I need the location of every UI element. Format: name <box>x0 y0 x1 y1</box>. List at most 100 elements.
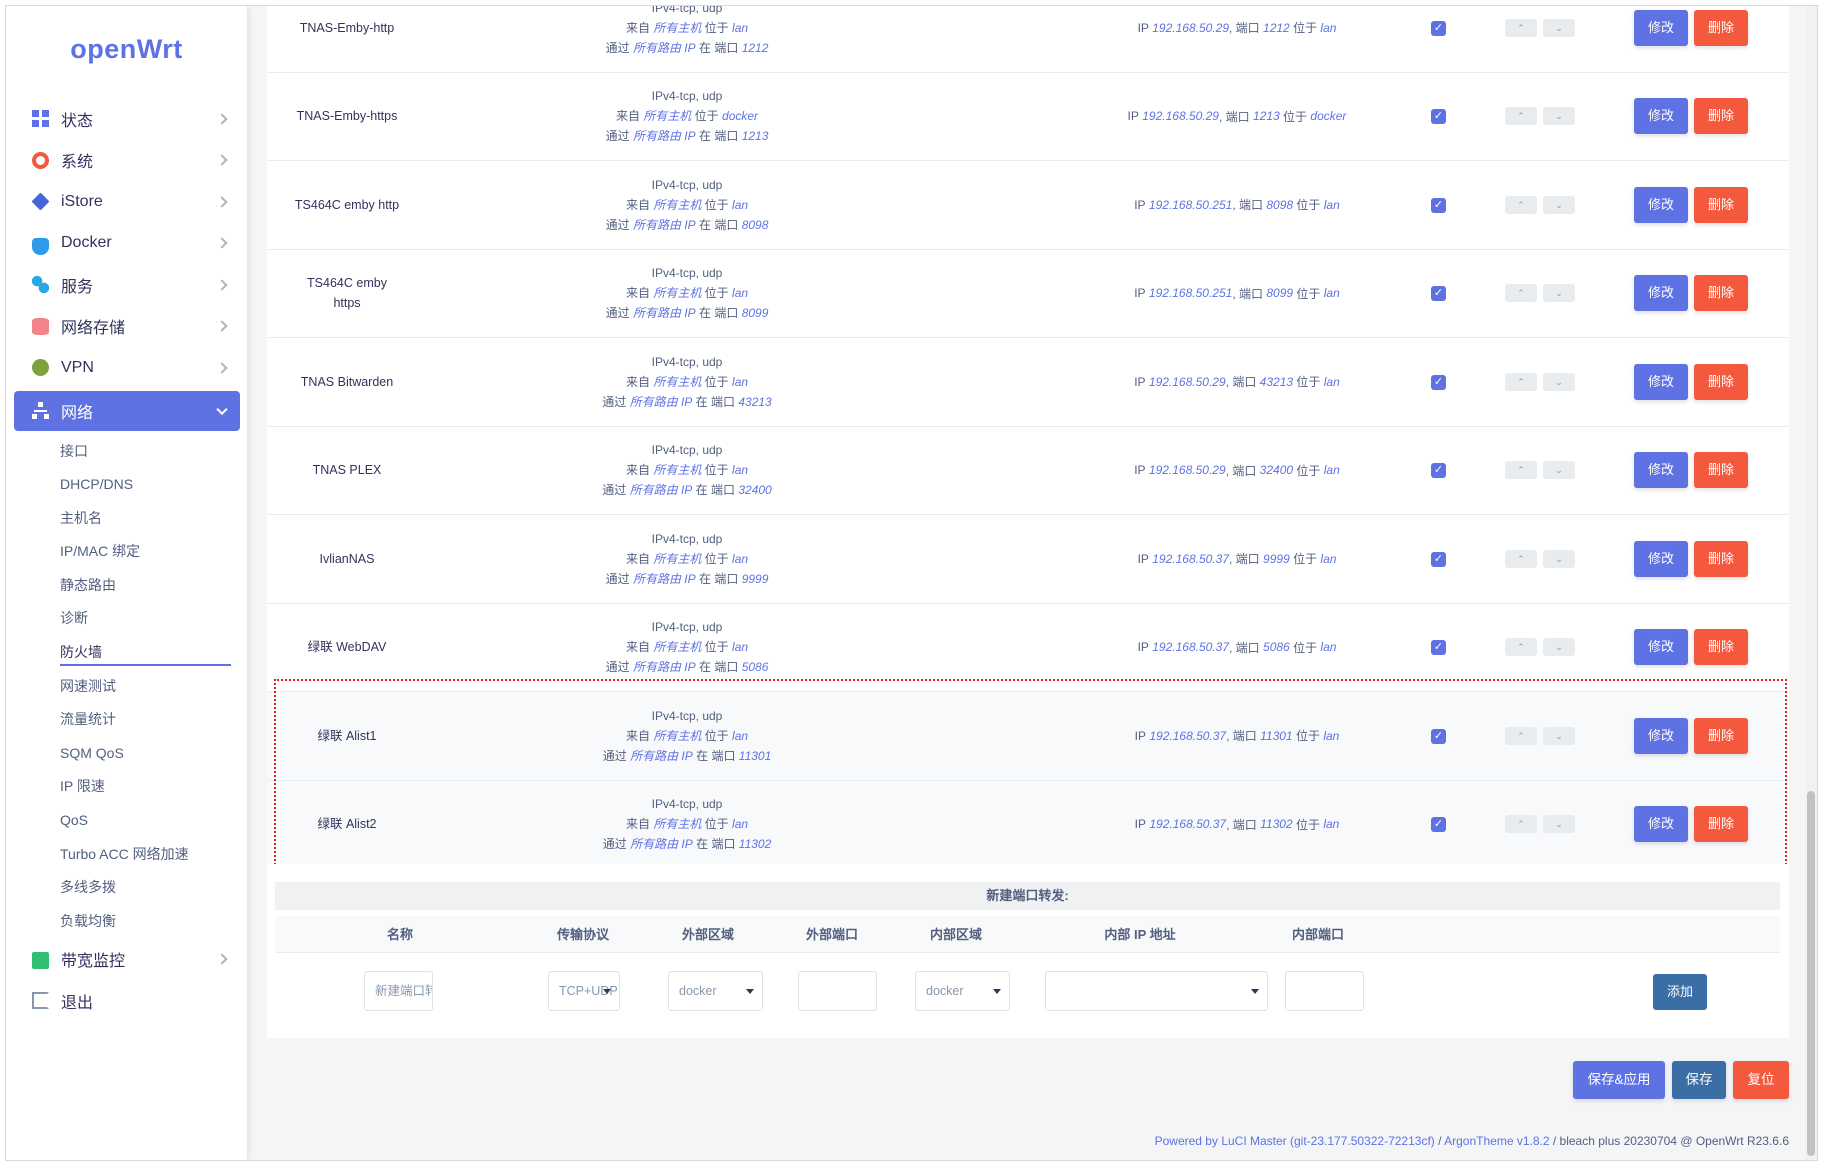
theme-link[interactable]: ArgonTheme v1.8.2 <box>1444 1134 1549 1148</box>
move-up-button[interactable]: ⌃ <box>1505 284 1537 303</box>
int-ip-select[interactable] <box>1045 971 1268 1011</box>
edit-button[interactable]: 修改 <box>1634 98 1688 135</box>
move-up-button[interactable]: ⌃ <box>1505 638 1537 657</box>
enable-checkbox[interactable]: ✓ <box>1431 551 1446 567</box>
submenu-item-diagnostics[interactable]: 诊断 <box>60 602 240 636</box>
enable-checkbox[interactable]: ✓ <box>1431 728 1446 744</box>
enable-checkbox[interactable]: ✓ <box>1431 463 1446 479</box>
submenu-item-firewall[interactable]: 防火墙 <box>60 636 240 670</box>
sidebar-item-vpn[interactable]: VPN <box>14 347 240 389</box>
move-up-button[interactable]: ⌃ <box>1505 815 1537 834</box>
delete-button[interactable]: 删除 <box>1694 363 1748 400</box>
move-down-button[interactable]: ⌄ <box>1543 549 1575 568</box>
edit-button[interactable]: 修改 <box>1634 806 1688 843</box>
submenu-item-qos[interactable]: QoS <box>60 804 240 838</box>
sidebar-item-system[interactable]: 系统 <box>14 140 240 182</box>
enable-checkbox[interactable]: ✓ <box>1431 640 1446 656</box>
ip-label: IP <box>1134 197 1146 212</box>
at-label: 位于 <box>704 374 729 389</box>
sidebar-item-bandwidth[interactable]: 带宽监控 <box>14 938 240 980</box>
edit-button[interactable]: 修改 <box>1634 9 1688 46</box>
luci-link[interactable]: Powered by LuCI Master (git-23.177.50322… <box>1155 1134 1435 1148</box>
move-down-button[interactable]: ⌄ <box>1543 461 1575 480</box>
edit-button[interactable]: 修改 <box>1634 275 1688 312</box>
submenu-item-dhcp-dns[interactable]: DHCP/DNS <box>60 468 240 502</box>
rule-via: 通过 所有路由 IP 在 端口 11301 <box>603 746 772 766</box>
enable-checkbox[interactable]: ✓ <box>1431 286 1446 302</box>
edit-button[interactable]: 修改 <box>1634 540 1688 577</box>
submenu-item-sqm-qos[interactable]: SQM QoS <box>60 737 240 771</box>
int-port-input[interactable] <box>1285 971 1364 1011</box>
delete-button[interactable]: 删除 <box>1694 98 1748 135</box>
submenu-item-load-balance[interactable]: 负载均衡 <box>60 905 240 939</box>
name-input[interactable]: 新建端口转 <box>364 971 433 1011</box>
move-down-button[interactable]: ⌄ <box>1543 815 1575 834</box>
enable-checkbox[interactable]: ✓ <box>1431 20 1446 36</box>
submenu-item-interfaces[interactable]: 接口 <box>60 435 240 469</box>
rule-name: TNAS Bitwarden <box>267 338 427 426</box>
submenu-item-speedtest[interactable]: 网速测试 <box>60 670 240 704</box>
openwrt-logo[interactable]: openWrt <box>6 34 247 65</box>
delete-button[interactable]: 删除 <box>1694 9 1748 46</box>
edit-button[interactable]: 修改 <box>1634 186 1688 223</box>
move-down-button[interactable]: ⌄ <box>1543 372 1575 391</box>
delete-button[interactable]: 删除 <box>1694 629 1748 666</box>
from-label: 来自 <box>615 109 640 124</box>
edit-button[interactable]: 修改 <box>1634 629 1688 666</box>
edit-button[interactable]: 修改 <box>1634 363 1688 400</box>
move-down-button[interactable]: ⌄ <box>1543 18 1575 37</box>
save-apply-button[interactable]: 保存&应用 <box>1573 1061 1665 1099</box>
protocol-select[interactable]: TCP+UDP <box>548 971 620 1011</box>
sidebar-item-status[interactable]: 状态 <box>14 98 240 140</box>
ext-zone-select[interactable]: docker <box>668 971 763 1011</box>
delete-button[interactable]: 删除 <box>1694 717 1748 754</box>
delete-button[interactable]: 删除 <box>1694 186 1748 223</box>
sidebar-item-docker[interactable]: Docker <box>14 223 240 265</box>
sidebar-item-services[interactable]: 服务 <box>14 264 240 306</box>
submenu-item-hostnames[interactable]: 主机名 <box>60 502 240 536</box>
sidebar-item-label: 退出 <box>61 994 94 1012</box>
submenu-item-ip-limit[interactable]: IP 限速 <box>60 770 240 804</box>
submenu-item-ip-mac-binding[interactable]: IP/MAC 绑定 <box>60 535 240 569</box>
move-up-button[interactable]: ⌃ <box>1505 372 1537 391</box>
submenu-item-static-routes[interactable]: 静态路由 <box>60 569 240 603</box>
sidebar-item-network[interactable]: 网络 <box>14 390 240 431</box>
ext-port-input[interactable] <box>798 971 877 1011</box>
delete-button[interactable]: 删除 <box>1694 275 1748 312</box>
move-down-button[interactable]: ⌄ <box>1543 284 1575 303</box>
page-scrollbar[interactable] <box>1805 6 1817 1160</box>
int-zone-select[interactable]: docker <box>915 971 1010 1011</box>
move-down-button[interactable]: ⌄ <box>1543 638 1575 657</box>
enable-checkbox[interactable]: ✓ <box>1431 374 1446 390</box>
reset-button[interactable]: 复位 <box>1733 1061 1789 1099</box>
delete-button[interactable]: 删除 <box>1694 806 1748 843</box>
move-up-button[interactable]: ⌃ <box>1505 18 1537 37</box>
move-down-button[interactable]: ⌄ <box>1543 107 1575 126</box>
monitor-icon <box>32 951 49 969</box>
sidebar-item-logout[interactable]: 退出 <box>14 980 240 1022</box>
submenu-item-traffic-stats[interactable]: 流量统计 <box>60 703 240 737</box>
enable-checkbox[interactable]: ✓ <box>1431 817 1446 833</box>
move-up-button[interactable]: ⌃ <box>1505 726 1537 745</box>
submenu-item-turbo-acc[interactable]: Turbo ACC 网络加速 <box>60 838 240 872</box>
move-up-button[interactable]: ⌃ <box>1505 107 1537 126</box>
submenu-item-multi-dial[interactable]: 多线多拨 <box>60 871 240 905</box>
move-down-button[interactable]: ⌄ <box>1543 726 1575 745</box>
add-button[interactable]: 添加 <box>1653 974 1707 1010</box>
move-up-button[interactable]: ⌃ <box>1505 549 1537 568</box>
move-up-button[interactable]: ⌃ <box>1505 461 1537 480</box>
edit-button[interactable]: 修改 <box>1634 452 1688 489</box>
edit-button[interactable]: 修改 <box>1634 717 1688 754</box>
save-button[interactable]: 保存 <box>1672 1061 1726 1099</box>
delete-button[interactable]: 删除 <box>1694 540 1748 577</box>
enable-checkbox[interactable]: ✓ <box>1431 109 1446 125</box>
delete-button[interactable]: 删除 <box>1694 452 1748 489</box>
move-up-button[interactable]: ⌃ <box>1505 195 1537 214</box>
sidebar-item-nas[interactable]: 网络存储 <box>14 306 240 348</box>
sidebar-item-istore[interactable]: iStore <box>14 181 240 223</box>
dest-port: 8099 <box>1266 286 1294 301</box>
enable-checkbox[interactable]: ✓ <box>1431 197 1446 213</box>
move-down-button[interactable]: ⌄ <box>1543 195 1575 214</box>
via-label: 通过 <box>605 40 630 55</box>
scrollbar-thumb[interactable] <box>1807 791 1815 1156</box>
